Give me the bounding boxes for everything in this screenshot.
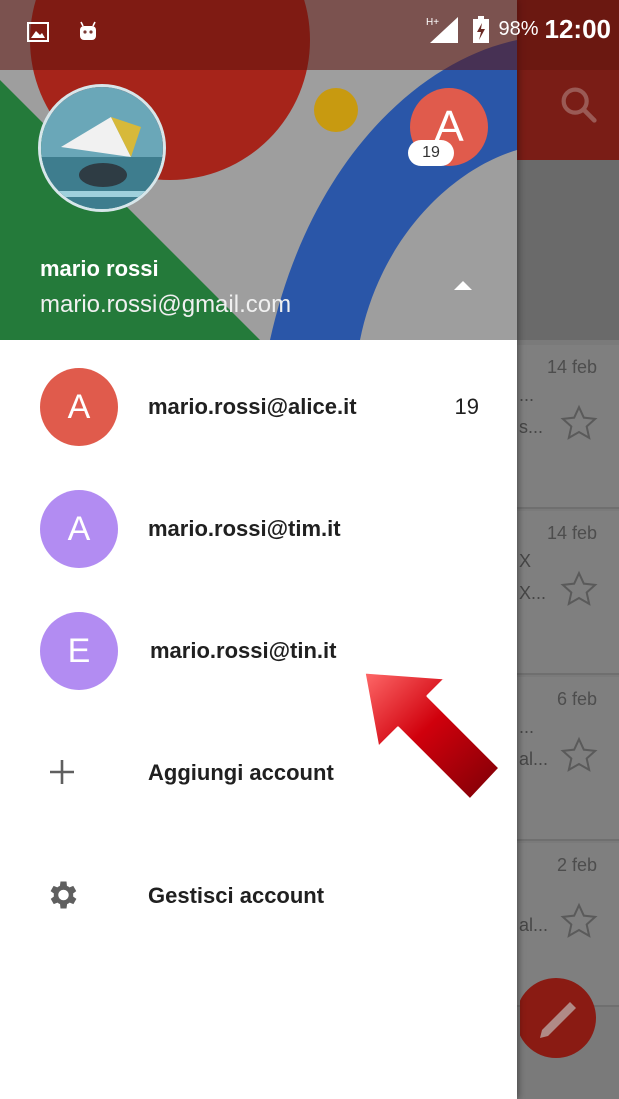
list-item-snippet: al... — [519, 915, 549, 935]
list-item-snippet: ... — [519, 385, 535, 405]
star-icon[interactable] — [559, 735, 599, 775]
account-email: mario.rossi@tin.it — [150, 638, 337, 663]
list-item-snippet: X... — [519, 583, 547, 603]
account-list-item[interactable]: A mario.rossi@alice.it 19 — [0, 345, 517, 461]
add-account-label: Aggiungi account — [148, 760, 334, 785]
cell-signal-icon: H+ — [426, 16, 459, 43]
navigation-drawer: A 19 mario rossi mario.rossi@gmail.com A… — [0, 0, 517, 1099]
account-avatar-letter: A — [67, 388, 91, 426]
account-avatar-letter: A — [67, 510, 91, 548]
gear-icon — [50, 881, 77, 909]
list-item-snippet: s... — [519, 417, 544, 437]
search-icon[interactable] — [556, 82, 602, 128]
list-item-date: 2 feb — [556, 855, 597, 875]
list-item-snippet: ... — [519, 717, 535, 737]
list-item[interactable]: 14 feb X X... — [517, 511, 619, 675]
status-clock: 12:00 — [544, 14, 612, 44]
profile-photo — [41, 87, 163, 209]
list-item[interactable]: 14 feb ... s... — [517, 345, 619, 509]
profile-avatar[interactable] — [38, 84, 166, 212]
android-icon — [80, 21, 96, 40]
compose-fab[interactable] — [520, 960, 600, 1070]
star-icon[interactable] — [559, 403, 599, 443]
account-avatar-letter: E — [67, 632, 91, 670]
account-name: mario rossi — [40, 256, 159, 281]
account-avatar: A — [40, 368, 118, 446]
list-item[interactable]: 6 feb ... al... — [517, 677, 619, 841]
unread-count-badge: 19 — [408, 140, 454, 166]
account-email: mario.rossi@tim.it — [148, 516, 341, 541]
list-item-snippet: al... — [519, 749, 549, 769]
image-notification-icon — [27, 22, 49, 42]
account-avatar: A — [40, 490, 118, 568]
account-email: mario.rossi@alice.it — [148, 394, 357, 419]
status-bar: H+ 98% 12:00 — [0, 0, 619, 70]
plus-icon — [50, 760, 74, 784]
manage-accounts-button[interactable]: Gestisci account — [0, 845, 517, 945]
star-icon[interactable] — [559, 901, 599, 941]
account-avatar: E — [40, 612, 118, 690]
account-list-item[interactable]: A mario.rossi@tim.it — [0, 467, 517, 583]
list-item-snippet: X — [519, 551, 532, 571]
star-icon[interactable] — [559, 569, 599, 609]
manage-accounts-label: Gestisci account — [148, 883, 325, 908]
annotation-arrow — [362, 670, 502, 802]
network-type: H+ — [426, 17, 439, 28]
list-item-date: 14 feb — [546, 357, 597, 377]
list-item-date: 6 feb — [556, 689, 597, 709]
unread-count: 19 — [454, 394, 479, 419]
account-email: mario.rossi@gmail.com — [40, 291, 292, 318]
battery-level: 98% — [498, 18, 539, 40]
list-item-date: 14 feb — [546, 523, 597, 543]
battery-charging-icon — [473, 15, 490, 43]
triangle-up-icon[interactable] — [450, 276, 476, 294]
